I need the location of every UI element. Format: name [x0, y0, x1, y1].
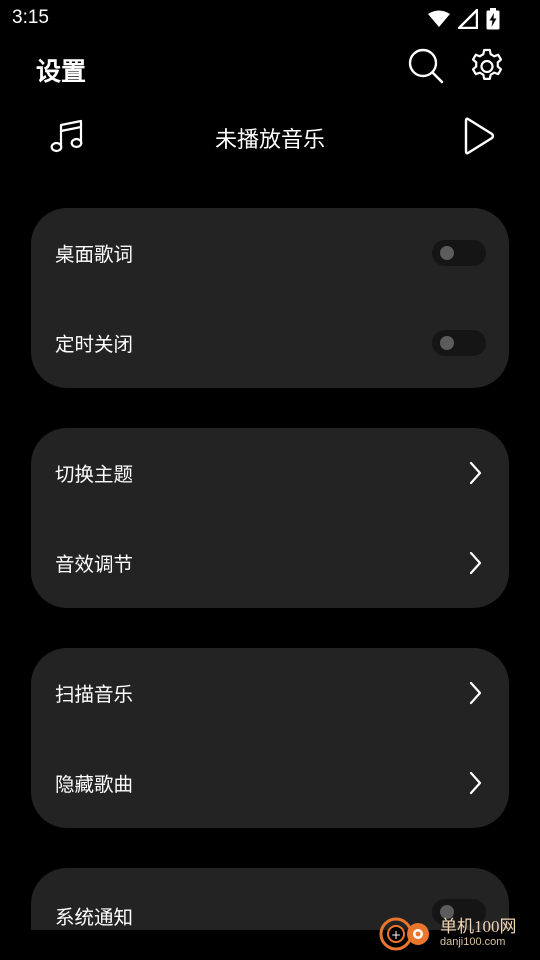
- watermark-text: 单机100网 danji100.com: [440, 917, 517, 949]
- settings-card-lyrics-timer: 桌面歌词 定时关闭: [31, 208, 509, 388]
- settings-card-theme-sound: 切换主题 音效调节: [31, 428, 509, 608]
- now-playing-bar[interactable]: 未播放音乐: [0, 108, 540, 168]
- setting-row-sleep-timer[interactable]: 定时关闭: [31, 298, 509, 388]
- watermark-url: danji100.com: [440, 936, 506, 948]
- chevron-right-icon: [463, 461, 487, 485]
- setting-row-switch-theme[interactable]: 切换主题: [31, 428, 509, 518]
- watermark-logo: + 单机100网 danji100.com: [378, 912, 538, 954]
- setting-row-hidden-songs[interactable]: 隐藏歌曲: [31, 738, 509, 828]
- battery-charging-icon: [486, 8, 500, 34]
- desktop-lyrics-toggle[interactable]: [432, 240, 486, 266]
- setting-row-sound-effects[interactable]: 音效调节: [31, 518, 509, 608]
- wifi-icon: [428, 10, 450, 32]
- setting-label: 音效调节: [55, 553, 134, 576]
- play-button[interactable]: [456, 116, 500, 160]
- header: 设置: [0, 40, 540, 96]
- setting-row-desktop-lyrics[interactable]: 桌面歌词: [31, 208, 509, 298]
- watermark-title: 单机100网: [440, 917, 517, 936]
- svg-text:+: +: [391, 928, 401, 942]
- settings-button[interactable]: [465, 46, 509, 90]
- setting-label: 切换主题: [55, 463, 134, 486]
- setting-label: 隐藏歌曲: [55, 773, 134, 796]
- setting-row-scan-music[interactable]: 扫描音乐: [31, 648, 509, 738]
- play-icon: [460, 116, 496, 160]
- setting-label: 定时关闭: [55, 333, 134, 356]
- gear-icon: [468, 47, 506, 89]
- chevron-right-icon: [463, 681, 487, 705]
- toggle-knob: [440, 336, 454, 350]
- cellular-signal-icon: [457, 8, 479, 33]
- page-title: 设置: [36, 57, 87, 86]
- toggle-knob: [440, 246, 454, 260]
- settings-card-scan-hide: 扫描音乐 隐藏歌曲: [31, 648, 509, 828]
- chevron-right-icon: [463, 771, 487, 795]
- sleep-timer-toggle[interactable]: [432, 330, 486, 356]
- chevron-right-icon: [463, 551, 487, 575]
- watermark-badge-icon: +: [378, 910, 436, 956]
- setting-label: 系统通知: [55, 906, 134, 929]
- status-bar: 3:15: [0, 0, 540, 38]
- status-icons: [428, 8, 500, 34]
- search-button[interactable]: [404, 46, 448, 90]
- search-icon: [407, 47, 445, 89]
- setting-label: 桌面歌词: [55, 243, 134, 266]
- setting-label: 扫描音乐: [55, 683, 134, 706]
- status-time: 3:15: [12, 7, 49, 28]
